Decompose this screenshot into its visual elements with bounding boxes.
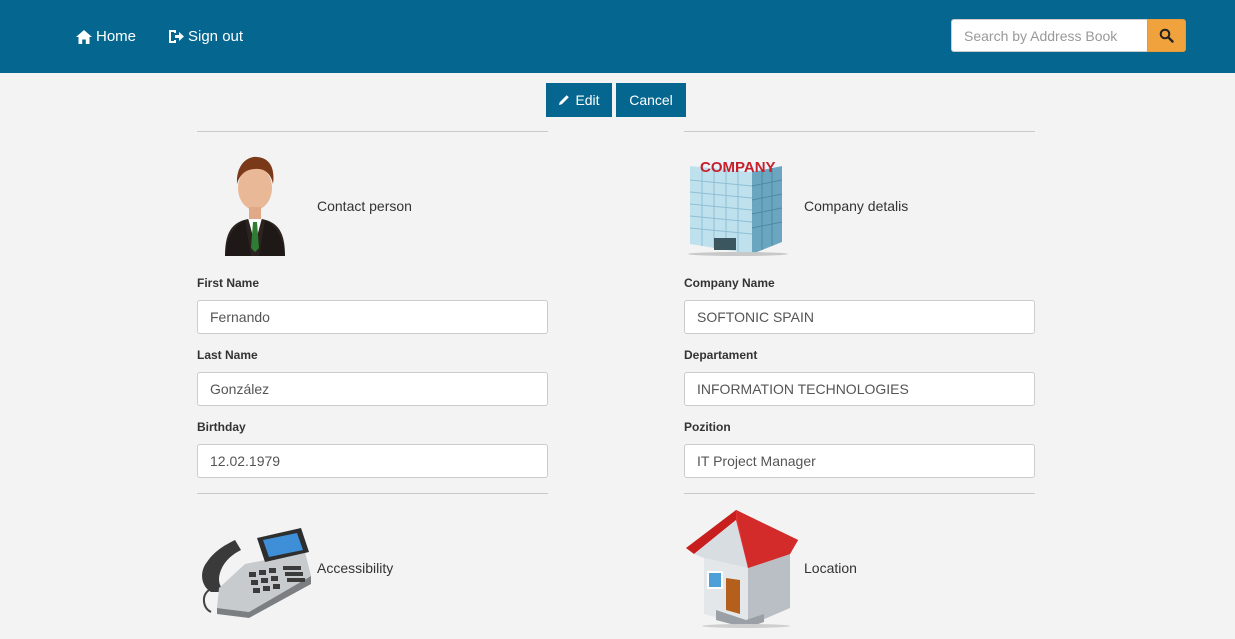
company-section-title: Company detalis <box>804 198 909 214</box>
search-button[interactable] <box>1147 19 1186 52</box>
last-name-field[interactable] <box>197 372 548 406</box>
company-name-field[interactable] <box>684 300 1035 334</box>
search-icon <box>1159 28 1174 43</box>
house-icon <box>686 510 798 628</box>
divider <box>684 493 1035 494</box>
divider <box>197 131 548 132</box>
company-name-label: Company Name <box>684 276 775 290</box>
home-icon <box>76 29 92 44</box>
birthday-label: Birthday <box>197 420 246 434</box>
birthday-field[interactable] <box>197 444 548 478</box>
last-name-label: Last Name <box>197 348 258 362</box>
divider <box>684 131 1035 132</box>
first-name-label: First Name <box>197 276 260 290</box>
signout-link[interactable]: Sign out <box>167 0 243 73</box>
home-label: Home <box>96 28 137 45</box>
businessman-icon <box>225 156 285 256</box>
navbar: Home Sign out <box>0 0 1235 73</box>
department-label: Departament <box>684 348 758 362</box>
home-link[interactable]: Home <box>76 0 136 73</box>
signout-label: Sign out <box>188 28 244 45</box>
department-field[interactable] <box>684 372 1035 406</box>
sign-out-icon <box>169 30 184 43</box>
search-form <box>951 19 1186 52</box>
location-section-title: Location <box>804 560 857 576</box>
cancel-label: Cancel <box>629 92 673 108</box>
divider <box>197 493 548 494</box>
accessibility-section-title: Accessibility <box>317 560 394 576</box>
edit-button[interactable]: Edit <box>546 83 612 117</box>
cancel-button[interactable]: Cancel <box>616 83 686 117</box>
first-name-field[interactable] <box>197 300 548 334</box>
pencil-icon <box>559 95 570 105</box>
search-input[interactable] <box>951 19 1147 52</box>
edit-label: Edit <box>575 92 600 108</box>
company-logo-text: COMPANY <box>700 159 776 176</box>
telephone-icon <box>202 528 311 618</box>
company-building-icon: COMPANY <box>688 159 788 256</box>
position-label: Pozition <box>684 420 731 434</box>
position-field[interactable] <box>684 444 1035 478</box>
contact-section-title: Contact person <box>317 198 412 214</box>
